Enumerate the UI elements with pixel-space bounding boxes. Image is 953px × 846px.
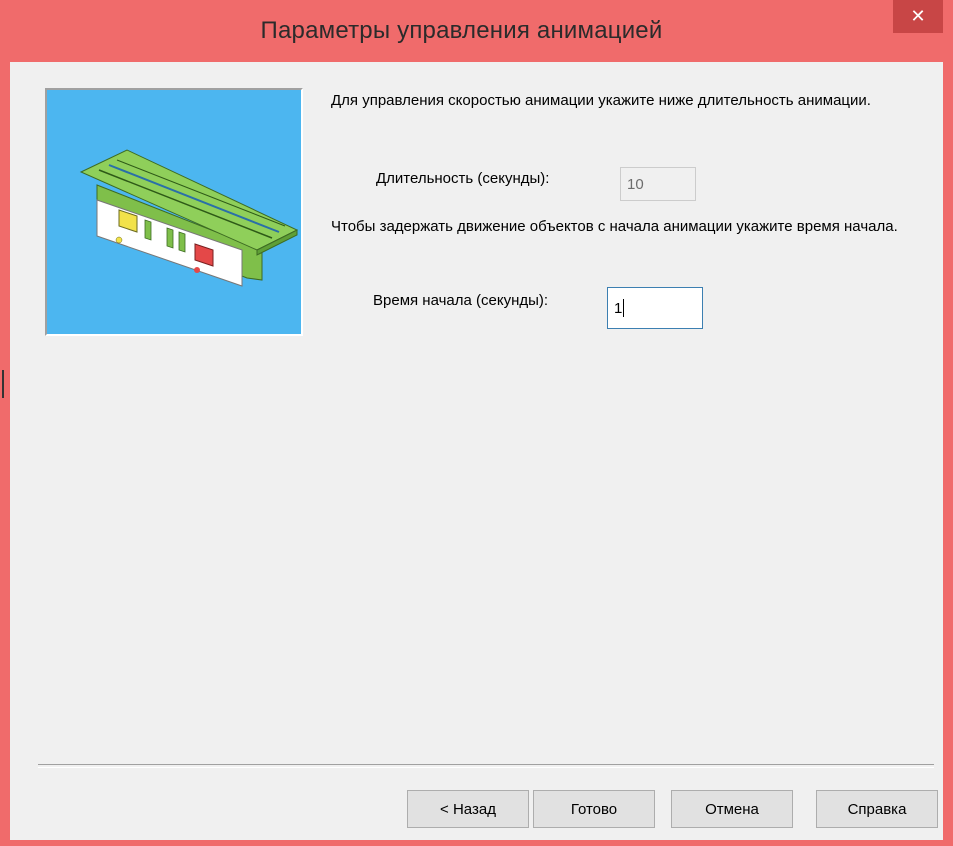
duration-label: Длительность (секунды):: [376, 170, 550, 187]
dialog-body: Для управления скоростью анимации укажит…: [10, 62, 943, 840]
help-button[interactable]: Справка: [816, 790, 938, 828]
title-bar: Параметры управления анимацией ✕: [10, 0, 943, 62]
duration-value: 10: [627, 175, 644, 193]
assembly-illustration: [79, 149, 299, 287]
back-button[interactable]: < Назад: [407, 790, 529, 828]
start-time-label: Время начала (секунды):: [373, 292, 549, 309]
button-separator: [38, 764, 934, 768]
window-left-border: [0, 0, 10, 846]
delay-hint-text: Чтобы задержать движение объектов с нача…: [331, 218, 898, 235]
window-title: Параметры управления анимацией: [260, 17, 663, 44]
close-icon: ✕: [910, 6, 926, 26]
duration-field[interactable]: 10: [620, 167, 696, 201]
finish-button[interactable]: Готово: [533, 790, 655, 828]
close-button[interactable]: ✕: [893, 0, 943, 33]
text-caret: [623, 299, 625, 317]
assembly-preview-image: [45, 88, 303, 336]
cancel-button[interactable]: Отмена: [671, 790, 793, 828]
start-time-input[interactable]: 1: [607, 287, 703, 329]
animation-parameters-dialog: Параметры управления анимацией ✕ Для упр…: [0, 0, 953, 846]
duration-hint-text: Для управления скоростью анимации укажит…: [331, 92, 871, 109]
start-time-value: 1: [614, 299, 623, 317]
window-bottom-border: [10, 840, 943, 846]
window-edge-mark: [2, 370, 4, 398]
